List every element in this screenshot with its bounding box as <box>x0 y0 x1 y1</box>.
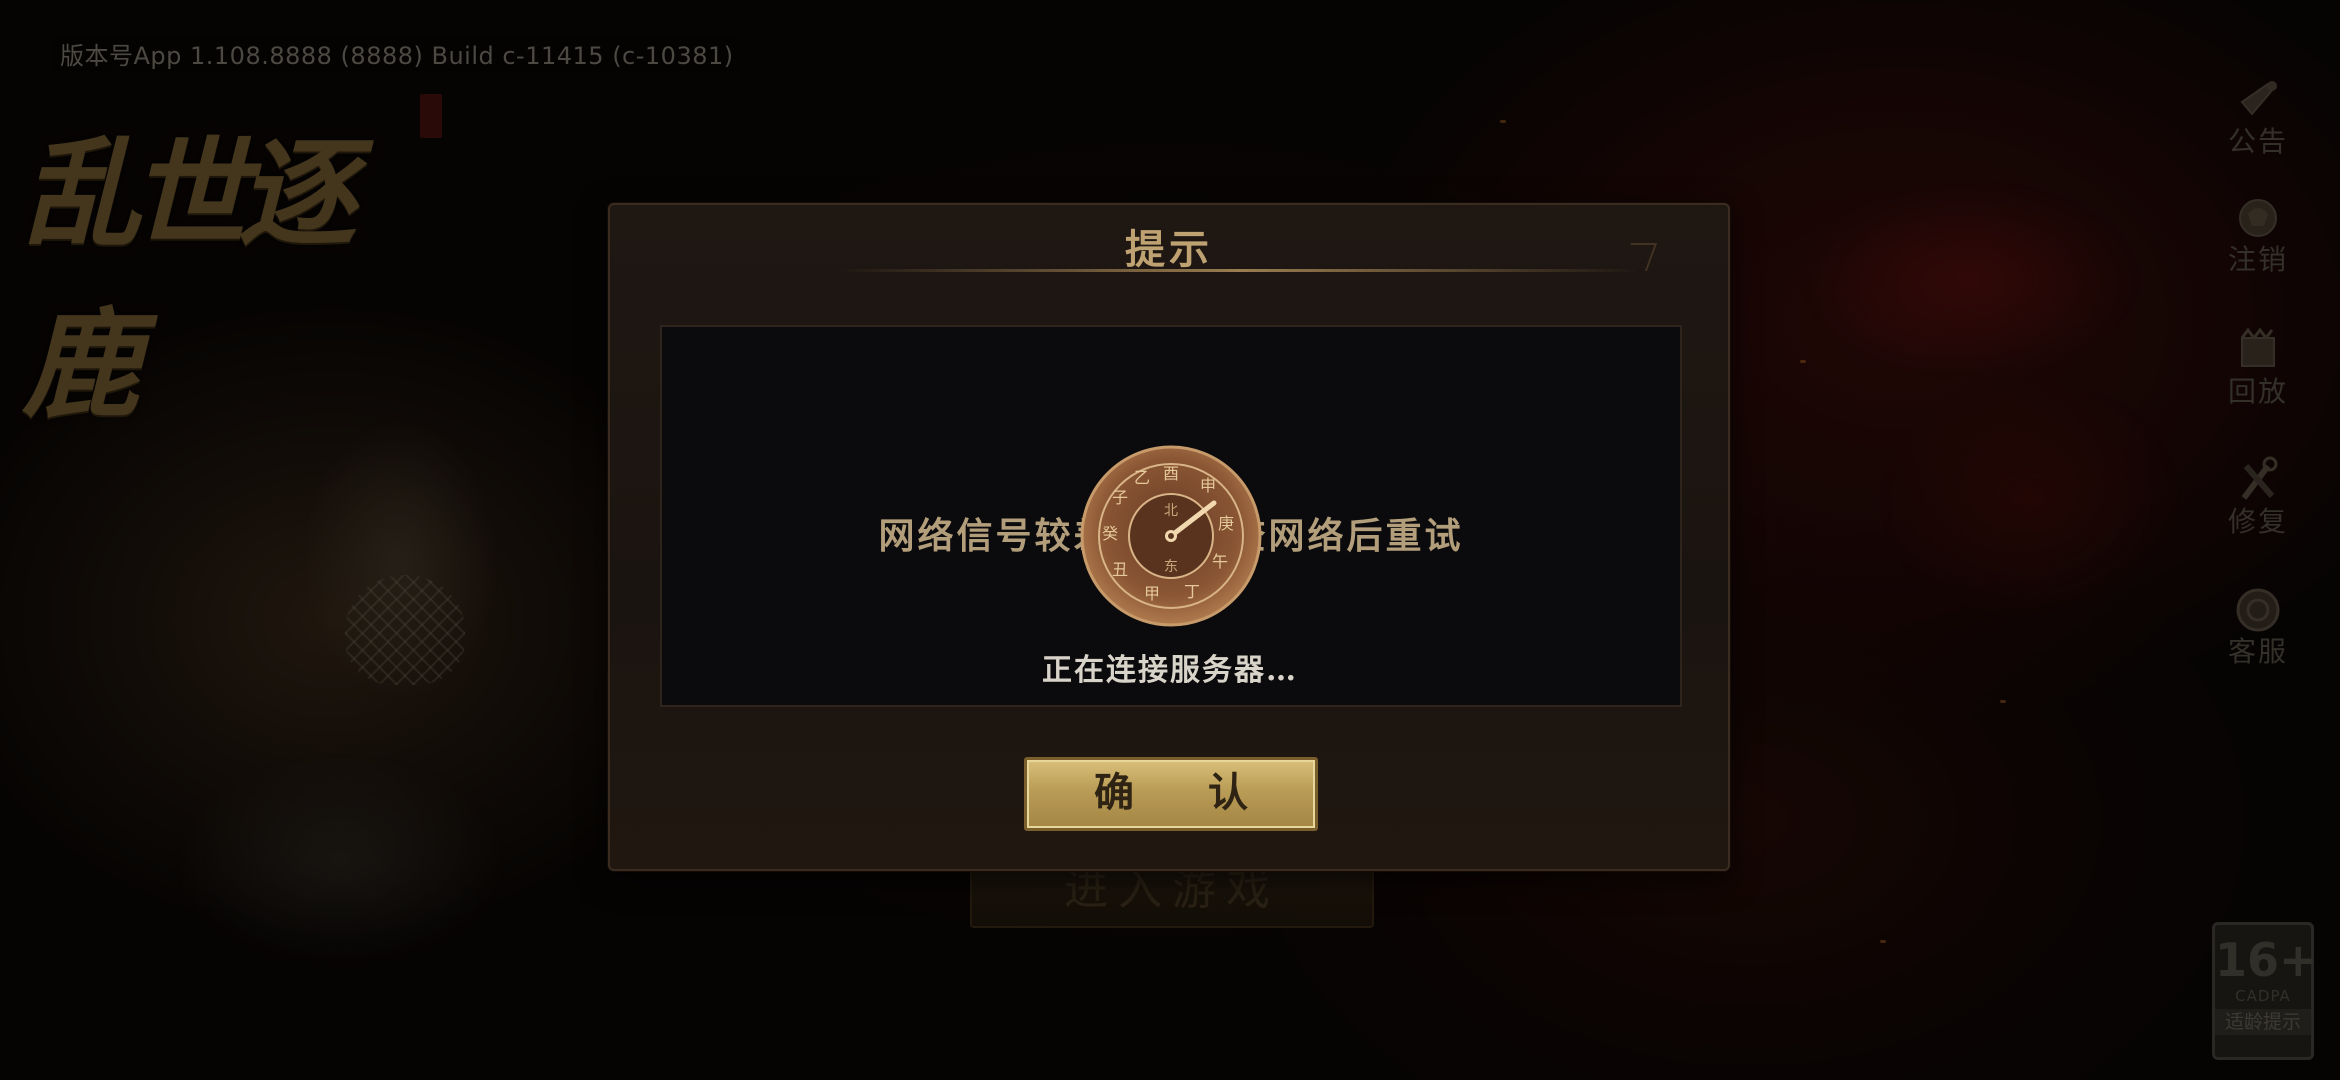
svg-text:东: 东 <box>1164 559 1178 575</box>
svg-text:申: 申 <box>1200 476 1216 495</box>
svg-text:午: 午 <box>1212 552 1228 571</box>
svg-text:丑: 丑 <box>1112 560 1128 579</box>
svg-text:甲: 甲 <box>1144 584 1160 603</box>
svg-text:癸: 癸 <box>1102 524 1118 543</box>
svg-text:北: 北 <box>1164 503 1178 519</box>
svg-text:酉: 酉 <box>1163 464 1179 483</box>
confirm-button-label: 确 认 <box>1094 769 1278 816</box>
svg-text:乙: 乙 <box>1134 468 1150 487</box>
game-login-screen: 版本号App 1.108.8888 (8888) Build c-11415 (… <box>0 0 2340 1080</box>
svg-text:庚: 庚 <box>1218 514 1234 533</box>
title-divider <box>840 269 1638 272</box>
compass-spinner-icon: 酉 申 庚 午 丁 甲 丑 癸 子 乙 北 东 <box>1080 445 1262 627</box>
loading-indicator: 酉 申 庚 午 丁 甲 丑 癸 子 乙 北 东 正在连接服务器… <box>1040 445 1300 695</box>
dialog-title: 提示 <box>1125 226 1213 273</box>
confirm-button[interactable]: 确 认 <box>1024 757 1318 831</box>
svg-text:丁: 丁 <box>1184 582 1200 601</box>
svg-text:子: 子 <box>1112 488 1128 507</box>
loading-text: 正在连接服务器… <box>1042 653 1298 688</box>
